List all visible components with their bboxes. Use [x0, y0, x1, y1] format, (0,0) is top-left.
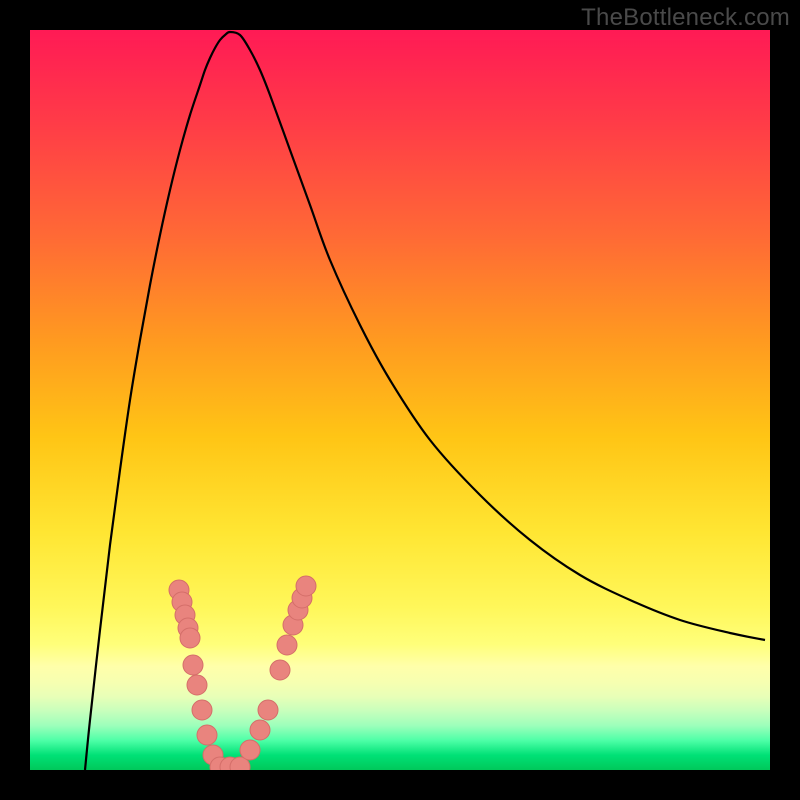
bottleneck-curve-svg: [30, 30, 770, 770]
curve-marker-group: [169, 576, 316, 770]
curve-marker: [258, 700, 278, 720]
curve-marker: [183, 655, 203, 675]
curve-marker: [197, 725, 217, 745]
watermark-text: TheBottleneck.com: [581, 4, 790, 32]
curve-marker: [192, 700, 212, 720]
curve-marker: [270, 660, 290, 680]
curve-marker: [240, 740, 260, 760]
curve-marker: [250, 720, 270, 740]
curve-marker: [296, 576, 316, 596]
curve-marker: [277, 635, 297, 655]
plot-frame: [30, 30, 770, 770]
curve-marker: [187, 675, 207, 695]
curve-marker: [180, 628, 200, 648]
